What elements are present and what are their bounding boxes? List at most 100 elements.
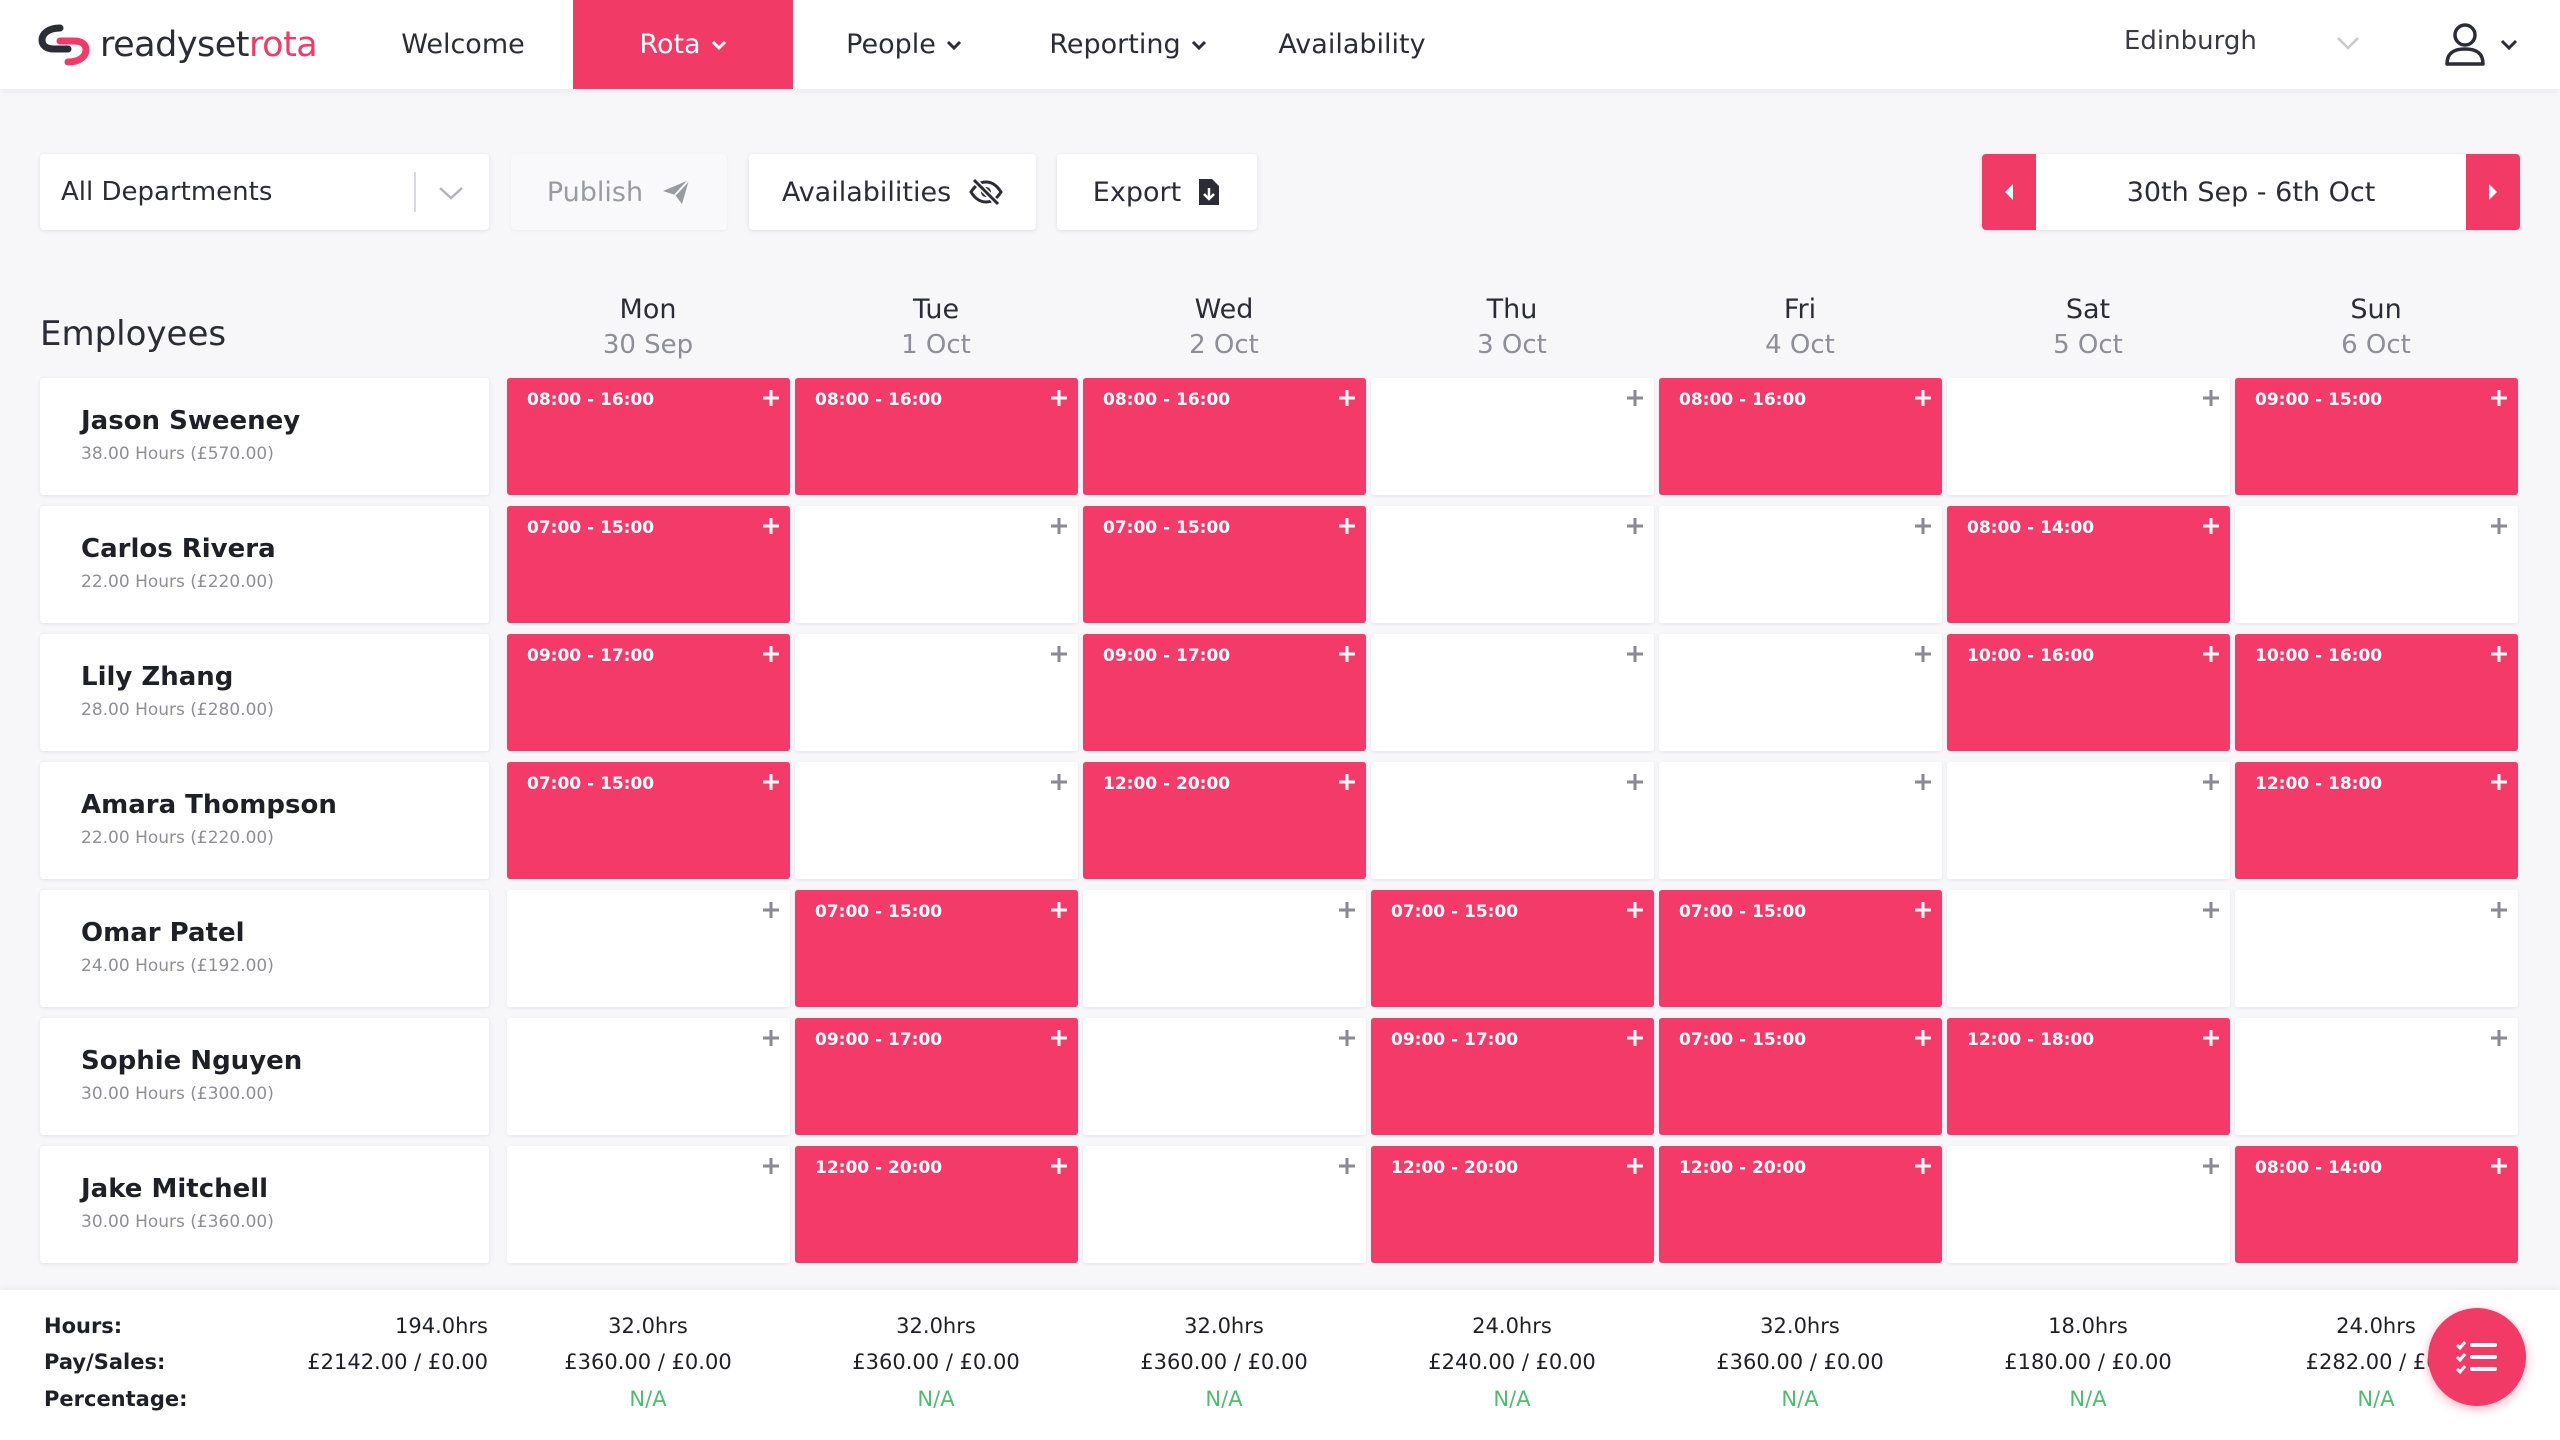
plus-icon[interactable] (2201, 900, 2221, 920)
shift-block[interactable]: 09:00 - 17:00 (1083, 634, 1366, 751)
plus-icon[interactable] (2201, 1156, 2221, 1176)
plus-icon[interactable] (1913, 516, 1933, 536)
shift-block[interactable]: 12:00 - 18:00 (1947, 1018, 2230, 1135)
employee-card[interactable]: Jason Sweeney 38.00 Hours (£570.00) (40, 378, 489, 495)
plus-icon[interactable] (761, 644, 781, 664)
shift-block[interactable]: 12:00 - 18:00 (2235, 762, 2518, 879)
empty-shift-cell[interactable] (2235, 506, 2518, 623)
employee-card[interactable]: Sophie Nguyen 30.00 Hours (£300.00) (40, 1018, 489, 1135)
task-list-button[interactable] (2428, 1308, 2526, 1406)
plus-icon[interactable] (1337, 1028, 1357, 1048)
week-range-label[interactable]: 30th Sep - 6th Oct (2127, 177, 2376, 208)
plus-icon[interactable] (2201, 388, 2221, 408)
shift-block[interactable]: 08:00 - 16:00 (507, 378, 790, 495)
shift-block[interactable]: 08:00 - 16:00 (795, 378, 1078, 495)
plus-icon[interactable] (761, 772, 781, 792)
plus-icon[interactable] (2201, 516, 2221, 536)
plus-icon[interactable] (1049, 772, 1069, 792)
previous-week-button[interactable] (1982, 154, 2036, 230)
plus-icon[interactable] (1625, 1028, 1645, 1048)
location-select[interactable]: Edinburgh (2124, 26, 2364, 62)
empty-shift-cell[interactable] (795, 634, 1078, 751)
shift-block[interactable]: 08:00 - 14:00 (1947, 506, 2230, 623)
plus-icon[interactable] (1913, 900, 1933, 920)
plus-icon[interactable] (1049, 1028, 1069, 1048)
plus-icon[interactable] (1337, 644, 1357, 664)
shift-block[interactable]: 09:00 - 17:00 (795, 1018, 1078, 1135)
empty-shift-cell[interactable] (795, 762, 1078, 879)
employee-card[interactable]: Lily Zhang 28.00 Hours (£280.00) (40, 634, 489, 751)
empty-shift-cell[interactable] (1659, 762, 1942, 879)
shift-block[interactable]: 07:00 - 15:00 (1659, 890, 1942, 1007)
plus-icon[interactable] (1913, 388, 1933, 408)
plus-icon[interactable] (2489, 644, 2509, 664)
empty-shift-cell[interactable] (1947, 1146, 2230, 1263)
empty-shift-cell[interactable] (1659, 634, 1942, 751)
nav-welcome[interactable]: Welcome (382, 0, 544, 89)
plus-icon[interactable] (1625, 1156, 1645, 1176)
availabilities-button[interactable]: Availabilities (749, 154, 1036, 230)
shift-block[interactable]: 09:00 - 17:00 (507, 634, 790, 751)
shift-block[interactable]: 07:00 - 15:00 (1083, 506, 1366, 623)
plus-icon[interactable] (2489, 772, 2509, 792)
nav-rota[interactable]: Rota (573, 0, 793, 89)
plus-icon[interactable] (761, 388, 781, 408)
shift-block[interactable]: 08:00 - 16:00 (1083, 378, 1366, 495)
empty-shift-cell[interactable] (507, 1018, 790, 1135)
plus-icon[interactable] (1337, 388, 1357, 408)
plus-icon[interactable] (1049, 516, 1069, 536)
plus-icon[interactable] (2489, 516, 2509, 536)
shift-block[interactable]: 07:00 - 15:00 (795, 890, 1078, 1007)
plus-icon[interactable] (1337, 1156, 1357, 1176)
plus-icon[interactable] (761, 1156, 781, 1176)
plus-icon[interactable] (1049, 644, 1069, 664)
shift-block[interactable]: 12:00 - 20:00 (1659, 1146, 1942, 1263)
plus-icon[interactable] (761, 900, 781, 920)
plus-icon[interactable] (1913, 644, 1933, 664)
chevron-down-icon[interactable] (2336, 36, 2360, 50)
empty-shift-cell[interactable] (1947, 890, 2230, 1007)
brand-logo[interactable]: readysetrota (38, 22, 318, 68)
shift-block[interactable]: 10:00 - 16:00 (1947, 634, 2230, 751)
empty-shift-cell[interactable] (795, 506, 1078, 623)
empty-shift-cell[interactable] (507, 890, 790, 1007)
empty-shift-cell[interactable] (1371, 634, 1654, 751)
empty-shift-cell[interactable] (1371, 506, 1654, 623)
nav-reporting[interactable]: Reporting (1038, 0, 1218, 89)
nav-availability[interactable]: Availability (1268, 0, 1436, 89)
plus-icon[interactable] (1049, 388, 1069, 408)
plus-icon[interactable] (1337, 516, 1357, 536)
department-select[interactable]: All Departments (40, 154, 489, 230)
shift-block[interactable]: 07:00 - 15:00 (507, 762, 790, 879)
shift-block[interactable]: 09:00 - 17:00 (1371, 1018, 1654, 1135)
empty-shift-cell[interactable] (1947, 378, 2230, 495)
plus-icon[interactable] (761, 1028, 781, 1048)
empty-shift-cell[interactable] (1947, 762, 2230, 879)
next-week-button[interactable] (2466, 154, 2520, 230)
empty-shift-cell[interactable] (1083, 1018, 1366, 1135)
plus-icon[interactable] (1625, 516, 1645, 536)
shift-block[interactable]: 08:00 - 16:00 (1659, 378, 1942, 495)
plus-icon[interactable] (1625, 388, 1645, 408)
plus-icon[interactable] (2489, 1156, 2509, 1176)
user-icon[interactable] (2444, 22, 2486, 66)
employee-card[interactable]: Carlos Rivera 22.00 Hours (£220.00) (40, 506, 489, 623)
shift-block[interactable]: 07:00 - 15:00 (1659, 1018, 1942, 1135)
empty-shift-cell[interactable] (507, 1146, 790, 1263)
plus-icon[interactable] (2201, 1028, 2221, 1048)
plus-icon[interactable] (2489, 388, 2509, 408)
plus-icon[interactable] (1625, 644, 1645, 664)
plus-icon[interactable] (2489, 900, 2509, 920)
employee-card[interactable]: Amara Thompson 22.00 Hours (£220.00) (40, 762, 489, 879)
plus-icon[interactable] (1049, 900, 1069, 920)
shift-block[interactable]: 07:00 - 15:00 (507, 506, 790, 623)
nav-people[interactable]: People (830, 0, 978, 89)
empty-shift-cell[interactable] (1659, 506, 1942, 623)
plus-icon[interactable] (1337, 900, 1357, 920)
plus-icon[interactable] (761, 516, 781, 536)
shift-block[interactable]: 12:00 - 20:00 (1083, 762, 1366, 879)
plus-icon[interactable] (1913, 1028, 1933, 1048)
empty-shift-cell[interactable] (1083, 890, 1366, 1007)
employee-card[interactable]: Omar Patel 24.00 Hours (£192.00) (40, 890, 489, 1007)
shift-block[interactable]: 10:00 - 16:00 (2235, 634, 2518, 751)
